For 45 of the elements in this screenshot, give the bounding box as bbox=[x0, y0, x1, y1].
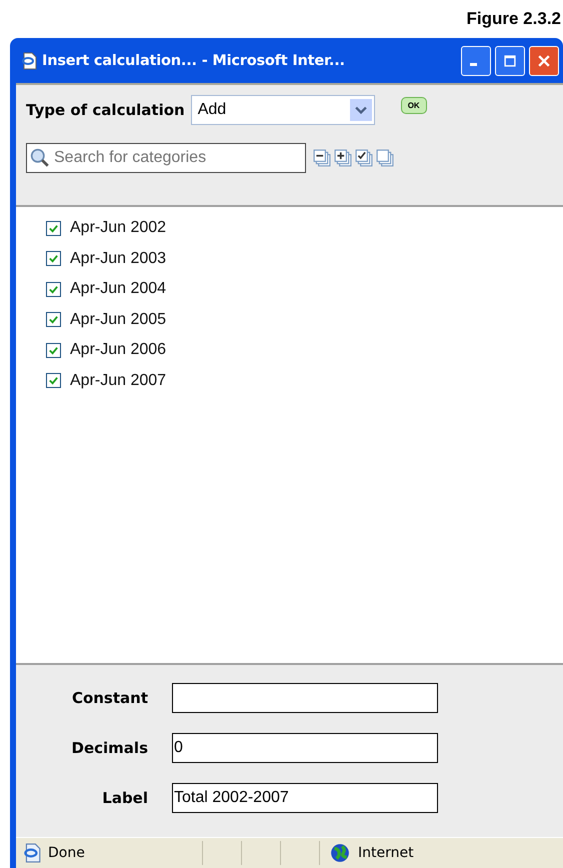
category-label: Apr-Jun 2003 bbox=[70, 250, 166, 268]
category-label: Apr-Jun 2004 bbox=[70, 280, 166, 298]
checkbox[interactable] bbox=[46, 312, 61, 328]
check-all-icon[interactable] bbox=[355, 149, 373, 167]
field-label: Label bbox=[101, 789, 148, 807]
close-icon bbox=[536, 52, 552, 68]
checkmark-icon bbox=[48, 253, 59, 264]
category-label: Apr-Jun 2002 bbox=[70, 219, 166, 238]
page-icon bbox=[22, 843, 42, 863]
category-label: Apr-Jun 2007 bbox=[70, 372, 166, 390]
search-field[interactable]: Search for categories bbox=[26, 143, 306, 173]
checkmark-icon bbox=[48, 284, 59, 295]
input-field[interactable]: 0 bbox=[172, 733, 438, 763]
maximize-icon bbox=[503, 54, 517, 68]
status-text: Done bbox=[48, 845, 85, 861]
field-label: Decimals bbox=[70, 739, 148, 757]
checkbox[interactable] bbox=[46, 342, 61, 358]
input-field[interactable] bbox=[172, 683, 438, 713]
checkmark-icon bbox=[48, 344, 59, 356]
ok-button[interactable]: OK bbox=[400, 96, 427, 114]
checkbox[interactable] bbox=[46, 373, 61, 388]
zone-text: Internet bbox=[358, 845, 414, 861]
minimize-icon bbox=[470, 63, 477, 66]
minimize-button[interactable] bbox=[461, 46, 491, 76]
checkbox[interactable] bbox=[46, 282, 61, 297]
uncheck-all-icon[interactable] bbox=[376, 149, 394, 167]
checkmark-icon bbox=[48, 375, 59, 386]
maximize-button[interactable] bbox=[495, 46, 525, 76]
category-label: Apr-Jun 2006 bbox=[70, 341, 166, 360]
expand-all-icon[interactable] bbox=[334, 149, 352, 167]
checkmark-icon bbox=[48, 314, 59, 326]
figure-caption: Figure 2.3.2 bbox=[466, 9, 561, 29]
checkbox[interactable] bbox=[46, 220, 61, 236]
field-label: Constant bbox=[70, 689, 148, 707]
collapse-all-icon[interactable] bbox=[313, 149, 331, 167]
calculation-type-dropdown[interactable]: Add bbox=[190, 95, 375, 125]
globe-icon bbox=[330, 843, 350, 863]
calculation-type-label: Type of calculation bbox=[26, 101, 185, 119]
page-icon bbox=[20, 52, 38, 70]
checkbox[interactable] bbox=[46, 251, 61, 266]
checkmark-icon bbox=[48, 222, 59, 234]
input-field[interactable]: Total 2002-2007 bbox=[172, 783, 438, 813]
close-button[interactable] bbox=[529, 46, 559, 76]
window-title: Insert calculation... - Microsoft Inter... bbox=[42, 52, 346, 68]
category-label: Apr-Jun 2005 bbox=[70, 310, 166, 329]
